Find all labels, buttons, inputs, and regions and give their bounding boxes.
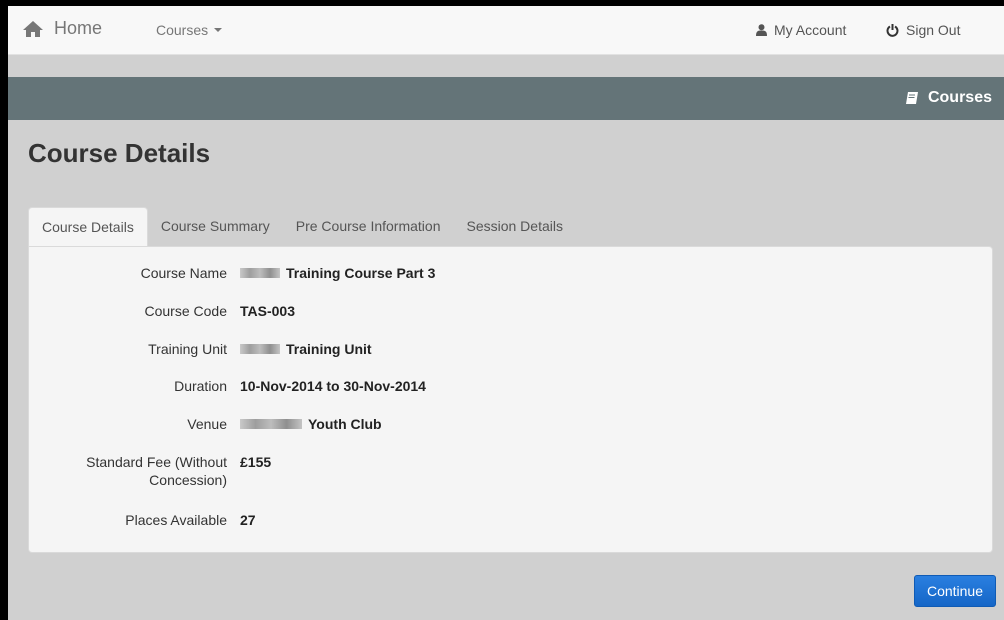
home-link[interactable]: Home [22,18,102,39]
user-icon [756,24,767,36]
redacted-text [240,419,302,429]
course-name-label: Course Name [140,265,227,281]
venue-label: Venue [187,416,227,432]
navbar: Home Courses My Account Sign Out [8,0,1004,55]
course-name-value: Training Course Part 3 [240,264,435,282]
redacted-text [240,268,280,278]
banner-title-label: Courses [927,89,992,106]
tab-session-details[interactable]: Session Details [453,207,576,246]
page-title: Course Details [28,138,211,168]
standard-fee-label-line1: Standard Fee (Without [86,454,227,470]
course-details-panel: Course Name Training Course Part 3 Cours… [28,246,993,553]
course-code-label: Course Code [144,303,228,319]
tab-bar: Course Details Course Summary Pre Course… [28,207,576,247]
banner-title: Courses [905,89,992,107]
duration-value: 10-Nov-2014 to 30-Nov-2014 [240,378,426,394]
places-available-value: 27 [240,512,256,528]
course-name-text: Training Course Part 3 [286,265,436,281]
training-unit-label: Training Unit [148,341,227,357]
venue-value: Youth Club [240,415,382,433]
tab-pre-course-information[interactable]: Pre Course Information [283,207,454,246]
book-icon [905,92,918,104]
continue-button[interactable]: Continue [913,575,996,607]
course-code-value: TAS-003 [240,303,295,319]
training-unit-value: Training Unit [240,340,372,358]
tab-course-details[interactable]: Course Details [28,207,148,247]
courses-dropdown[interactable]: Courses [156,22,223,38]
home-label: Home [54,18,103,38]
venue-text: Youth Club [308,416,382,432]
tab-course-summary[interactable]: Course Summary [148,207,283,246]
power-icon [886,24,899,37]
standard-fee-value: £155 [240,454,272,470]
standard-fee-label: Standard Fee (Without Concession) [27,453,227,489]
places-available-label: Places Available [125,512,227,528]
standard-fee-label-line2: Concession) [149,472,227,488]
home-icon [23,20,43,37]
my-account-label: My Account [774,22,847,38]
my-account-link[interactable]: My Account [756,22,846,38]
courses-dropdown-label: Courses [156,22,209,38]
training-unit-text: Training Unit [286,341,372,357]
duration-label: Duration [174,378,227,394]
caret-down-icon [214,28,223,32]
app-window: Home Courses My Account Sign Out Courses… [8,0,1004,620]
sign-out-link[interactable]: Sign Out [886,22,960,38]
sign-out-label: Sign Out [906,22,961,38]
redacted-text [240,344,280,354]
section-banner: Courses [8,77,1004,120]
